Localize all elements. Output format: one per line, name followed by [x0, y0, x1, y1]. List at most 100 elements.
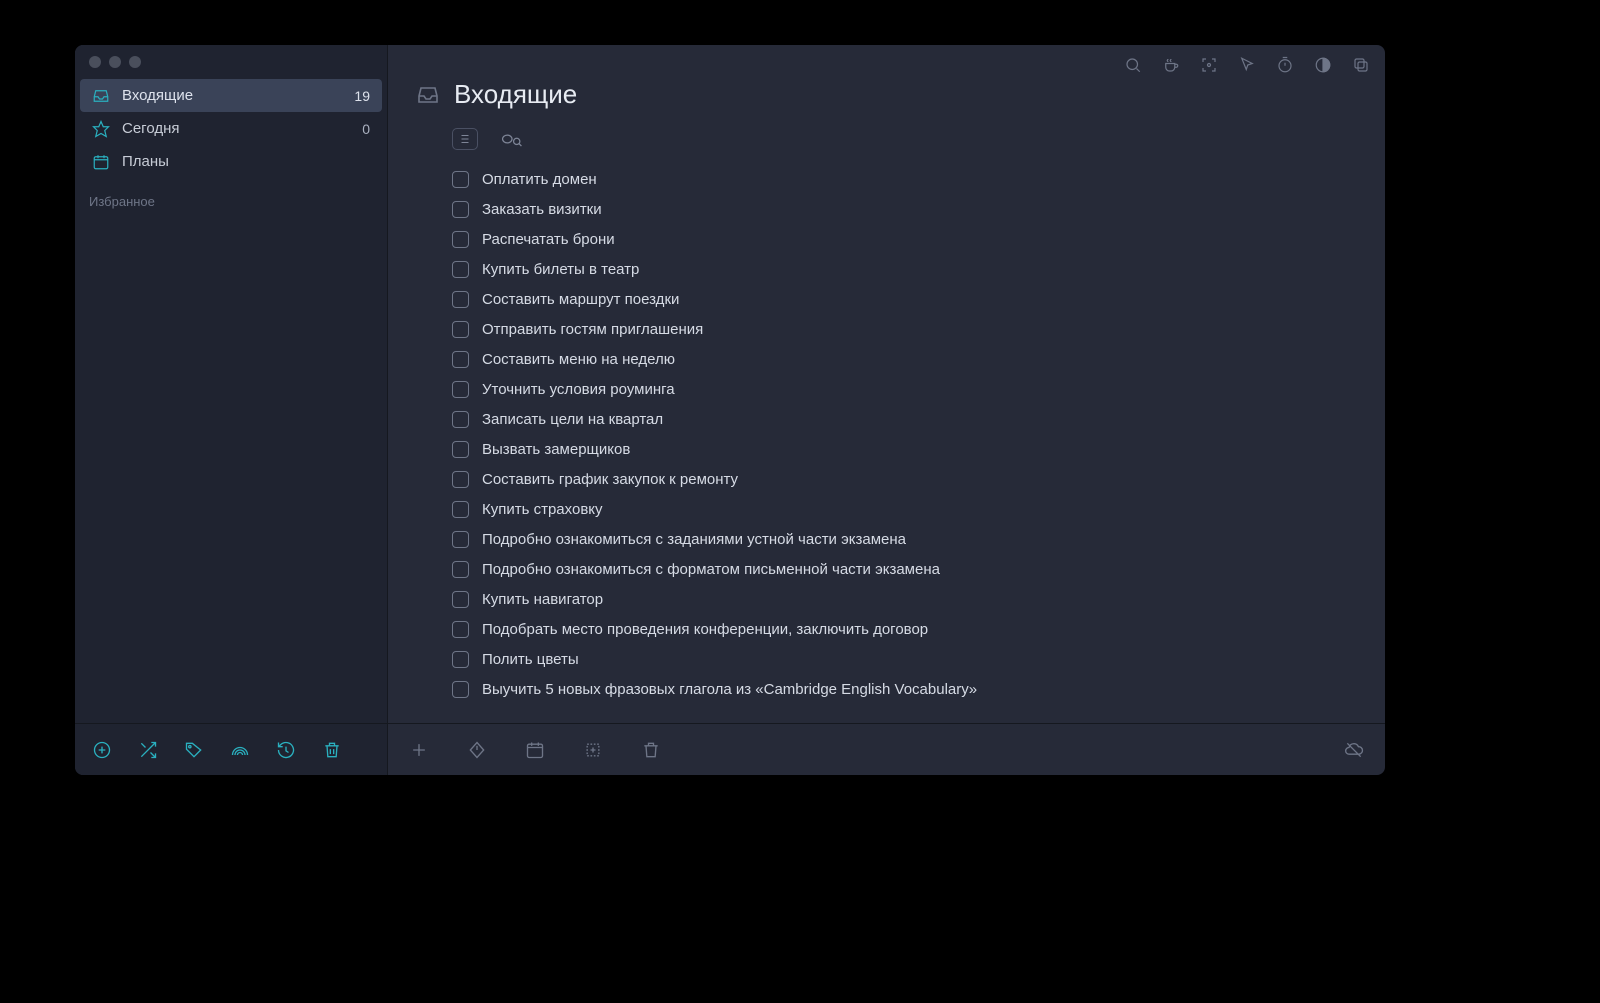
task-checkbox[interactable] — [452, 231, 469, 248]
sidebar-item-plans[interactable]: Планы — [80, 145, 382, 178]
task-title: Выучить 5 новых фразовых глагола из «Cam… — [482, 681, 977, 698]
task-title: Составить график закупок к ремонту — [482, 471, 738, 488]
task-row[interactable]: Подобрать место проведения конференции, … — [452, 614, 1385, 644]
task-checkbox[interactable] — [452, 531, 469, 548]
task-row[interactable]: Составить график закупок к ремонту — [452, 464, 1385, 494]
task-title: Купить страховку — [482, 501, 603, 518]
add-circle-icon[interactable] — [91, 739, 113, 761]
task-list: Оплатить домен Заказать визитки Распечат… — [388, 158, 1385, 704]
task-title: Подобрать место проведения конференции, … — [482, 621, 928, 638]
calendar-icon[interactable] — [524, 739, 546, 761]
sidebar-item-count: 19 — [354, 88, 370, 104]
app-window: Входящие 19 Сегодня 0 Планы Избранное — [75, 45, 1385, 775]
sidebar-nav: Входящие 19 Сегодня 0 Планы — [75, 79, 387, 178]
task-row[interactable]: Оплатить домен — [452, 164, 1385, 194]
task-checkbox[interactable] — [452, 261, 469, 278]
task-checkbox[interactable] — [452, 171, 469, 188]
task-row[interactable]: Составить маршрут поездки — [452, 284, 1385, 314]
task-title: Записать цели на квартал — [482, 411, 663, 428]
task-checkbox[interactable] — [452, 591, 469, 608]
star-icon — [90, 120, 112, 138]
cloud-off-icon[interactable] — [1343, 739, 1365, 761]
task-checkbox[interactable] — [452, 501, 469, 518]
timer-icon[interactable] — [1275, 55, 1295, 75]
task-title: Купить билеты в театр — [482, 261, 639, 278]
task-title: Составить меню на неделю — [482, 351, 675, 368]
window-controls — [75, 45, 387, 79]
inbox-icon — [90, 87, 112, 105]
pointer-icon[interactable] — [1237, 55, 1257, 75]
task-checkbox[interactable] — [452, 201, 469, 218]
task-row[interactable]: Распечатать брони — [452, 224, 1385, 254]
task-title: Заказать визитки — [482, 201, 602, 218]
task-checkbox[interactable] — [452, 441, 469, 458]
task-checkbox[interactable] — [452, 651, 469, 668]
trash-icon[interactable] — [640, 739, 662, 761]
task-checkbox[interactable] — [452, 411, 469, 428]
rainbow-icon[interactable] — [229, 739, 251, 761]
task-checkbox[interactable] — [452, 351, 469, 368]
task-row[interactable]: Уточнить условия роуминга — [452, 374, 1385, 404]
task-title: Оплатить домен — [482, 171, 597, 188]
target-icon[interactable] — [582, 739, 604, 761]
task-row[interactable]: Купить навигатор — [452, 584, 1385, 614]
calendar-icon — [90, 153, 112, 171]
task-row[interactable]: Выучить 5 новых фразовых глагола из «Cam… — [452, 674, 1385, 704]
search-icon[interactable] — [1123, 55, 1143, 75]
task-row[interactable]: Вызвать замерщиков — [452, 434, 1385, 464]
sidebar-section-favorites: Избранное — [75, 178, 387, 215]
task-title: Подробно ознакомиться с заданиями устной… — [482, 531, 906, 548]
diamond-icon[interactable] — [466, 739, 488, 761]
task-checkbox[interactable] — [452, 381, 469, 398]
task-title: Полить цветы — [482, 651, 579, 668]
add-icon[interactable] — [408, 739, 430, 761]
contrast-icon[interactable] — [1313, 55, 1333, 75]
sidebar-spacer — [75, 215, 387, 723]
window-close-button[interactable] — [89, 56, 101, 68]
sidebar-item-count: 0 — [362, 121, 370, 137]
task-row[interactable]: Подробно ознакомиться с заданиями устной… — [452, 524, 1385, 554]
sidebar-item-label: Планы — [122, 153, 370, 170]
top-toolbar — [1123, 55, 1371, 75]
page-title: Входящие — [454, 79, 577, 110]
sidebar: Входящие 19 Сегодня 0 Планы Избранное — [75, 45, 388, 775]
task-checkbox[interactable] — [452, 681, 469, 698]
trash-icon[interactable] — [321, 739, 343, 761]
task-title: Купить навигатор — [482, 591, 603, 608]
sidebar-item-inbox[interactable]: Входящие 19 — [80, 79, 382, 112]
shuffle-icon[interactable] — [137, 739, 159, 761]
sidebar-item-label: Входящие — [122, 87, 354, 104]
task-row[interactable]: Отправить гостям приглашения — [452, 314, 1385, 344]
filter-search-icon[interactable] — [500, 128, 524, 150]
task-title: Отправить гостям приглашения — [482, 321, 703, 338]
view-list-button[interactable] — [452, 128, 478, 150]
sidebar-item-today[interactable]: Сегодня 0 — [80, 112, 382, 145]
task-row[interactable]: Подробно ознакомиться с форматом письмен… — [452, 554, 1385, 584]
task-row[interactable]: Полить цветы — [452, 644, 1385, 674]
task-row[interactable]: Составить меню на неделю — [452, 344, 1385, 374]
task-row[interactable]: Записать цели на квартал — [452, 404, 1385, 434]
focus-icon[interactable] — [1199, 55, 1219, 75]
task-title: Уточнить условия роуминга — [482, 381, 675, 398]
window-minimize-button[interactable] — [109, 56, 121, 68]
task-row[interactable]: Заказать визитки — [452, 194, 1385, 224]
task-title: Составить маршрут поездки — [482, 291, 679, 308]
inbox-icon — [416, 83, 440, 107]
task-checkbox[interactable] — [452, 321, 469, 338]
main-bottom-right — [1343, 739, 1365, 761]
main-panel: Входящие Оплатить домен Заказать визитки… — [388, 45, 1385, 775]
copy-icon[interactable] — [1351, 55, 1371, 75]
task-checkbox[interactable] — [452, 471, 469, 488]
task-title: Вызвать замерщиков — [482, 441, 630, 458]
list-subtoolbar — [388, 110, 1385, 158]
history-icon[interactable] — [275, 739, 297, 761]
window-zoom-button[interactable] — [129, 56, 141, 68]
task-title: Подробно ознакомиться с форматом письмен… — [482, 561, 940, 578]
task-row[interactable]: Купить билеты в театр — [452, 254, 1385, 284]
tag-icon[interactable] — [183, 739, 205, 761]
task-checkbox[interactable] — [452, 621, 469, 638]
task-row[interactable]: Купить страховку — [452, 494, 1385, 524]
task-checkbox[interactable] — [452, 291, 469, 308]
task-checkbox[interactable] — [452, 561, 469, 578]
coffee-icon[interactable] — [1161, 55, 1181, 75]
